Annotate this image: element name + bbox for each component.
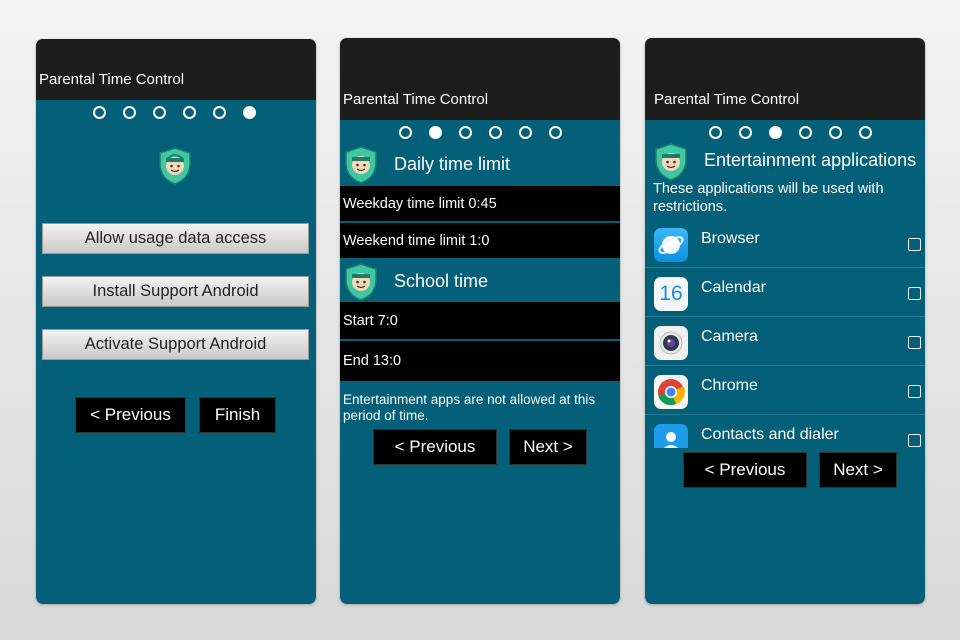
page-dot xyxy=(153,106,166,119)
page-dot-active xyxy=(429,126,442,139)
school-time-heading: School time xyxy=(394,271,489,291)
app-row-calendar[interactable]: 16 Calendar xyxy=(645,268,925,317)
screen-time-limits: Parental Time Control Daily time limit W… xyxy=(340,38,620,604)
page-indicator xyxy=(709,126,872,139)
school-time-note: Entertainment apps are not allowed at th… xyxy=(343,392,596,423)
app-checkbox[interactable] xyxy=(908,336,921,349)
daily-time-limit-heading: Daily time limit xyxy=(394,154,511,174)
app-list: Browser 16 Calendar Camera Chrome Contac… xyxy=(645,219,925,448)
page-dot xyxy=(183,106,196,119)
calendar-icon: 16 xyxy=(654,277,688,311)
page-indicator xyxy=(93,106,256,119)
page-dot xyxy=(93,106,106,119)
app-title: Parental Time Control xyxy=(654,91,800,108)
school-start-row[interactable]: Start 7:0 xyxy=(340,302,620,339)
page-dot xyxy=(829,126,842,139)
weekend-limit-row[interactable]: Weekend time limit 1:0 xyxy=(340,223,620,258)
app-label: Contacts and dialer xyxy=(701,426,839,443)
allow-usage-data-button[interactable]: Allow usage data access xyxy=(42,223,309,254)
page-dot xyxy=(549,126,562,139)
shield-kid-icon xyxy=(158,147,192,185)
app-bar: Parental Time Control xyxy=(36,39,316,100)
page-dot xyxy=(399,126,412,139)
page-dot xyxy=(123,106,136,119)
app-title: Parental Time Control xyxy=(39,71,185,88)
previous-button[interactable]: < Previous xyxy=(683,452,807,488)
app-row-chrome[interactable]: Chrome xyxy=(645,366,925,415)
chrome-icon xyxy=(654,375,688,409)
app-checkbox[interactable] xyxy=(908,238,921,251)
app-row-camera[interactable]: Camera xyxy=(645,317,925,366)
page-dot xyxy=(739,126,752,139)
next-button[interactable]: Next > xyxy=(509,429,587,465)
previous-button[interactable]: < Previous xyxy=(373,429,497,465)
shield-kid-icon xyxy=(344,146,378,184)
app-bar: Parental Time Control xyxy=(340,38,620,120)
contacts-icon xyxy=(654,424,688,448)
app-checkbox[interactable] xyxy=(908,434,921,447)
screen-entertainment-apps: Parental Time Control Entertainment appl… xyxy=(645,38,925,604)
page-dot-active xyxy=(769,126,782,139)
next-button[interactable]: Next > xyxy=(819,452,897,488)
shield-kid-icon xyxy=(344,263,378,301)
app-label: Chrome xyxy=(701,377,758,394)
school-end-row[interactable]: End 13:0 xyxy=(340,341,620,381)
browser-icon xyxy=(654,228,688,262)
screen-setup-finish: Parental Time Control Allow usage data a… xyxy=(36,39,316,604)
weekday-limit-row[interactable]: Weekday time limit 0:45 xyxy=(340,186,620,221)
app-label: Browser xyxy=(701,230,760,247)
app-title: Parental Time Control xyxy=(343,91,489,108)
page-indicator xyxy=(399,126,562,139)
page-dot xyxy=(519,126,532,139)
activate-support-android-button[interactable]: Activate Support Android xyxy=(42,329,309,360)
page-dot xyxy=(459,126,472,139)
page-dot xyxy=(489,126,502,139)
app-row-browser[interactable]: Browser xyxy=(645,219,925,268)
shield-kid-icon xyxy=(654,143,688,181)
entertainment-apps-heading: Entertainment applications xyxy=(704,150,917,170)
page-dot xyxy=(859,126,872,139)
page-dot-active xyxy=(243,106,256,119)
page-dot xyxy=(799,126,812,139)
app-row-contacts[interactable]: Contacts and dialer xyxy=(645,415,925,448)
app-checkbox[interactable] xyxy=(908,287,921,300)
app-bar: Parental Time Control xyxy=(645,38,925,120)
page-dot xyxy=(213,106,226,119)
app-label: Calendar xyxy=(701,279,766,296)
camera-icon xyxy=(654,326,688,360)
calendar-icon-date: 16 xyxy=(659,282,683,305)
install-support-android-button[interactable]: Install Support Android xyxy=(42,276,309,307)
page-dot xyxy=(709,126,722,139)
entertainment-apps-description: These applications will be used with res… xyxy=(653,181,884,215)
finish-button[interactable]: Finish xyxy=(199,397,276,433)
app-label: Camera xyxy=(701,328,758,345)
previous-button[interactable]: < Previous xyxy=(75,397,186,433)
app-checkbox[interactable] xyxy=(908,385,921,398)
